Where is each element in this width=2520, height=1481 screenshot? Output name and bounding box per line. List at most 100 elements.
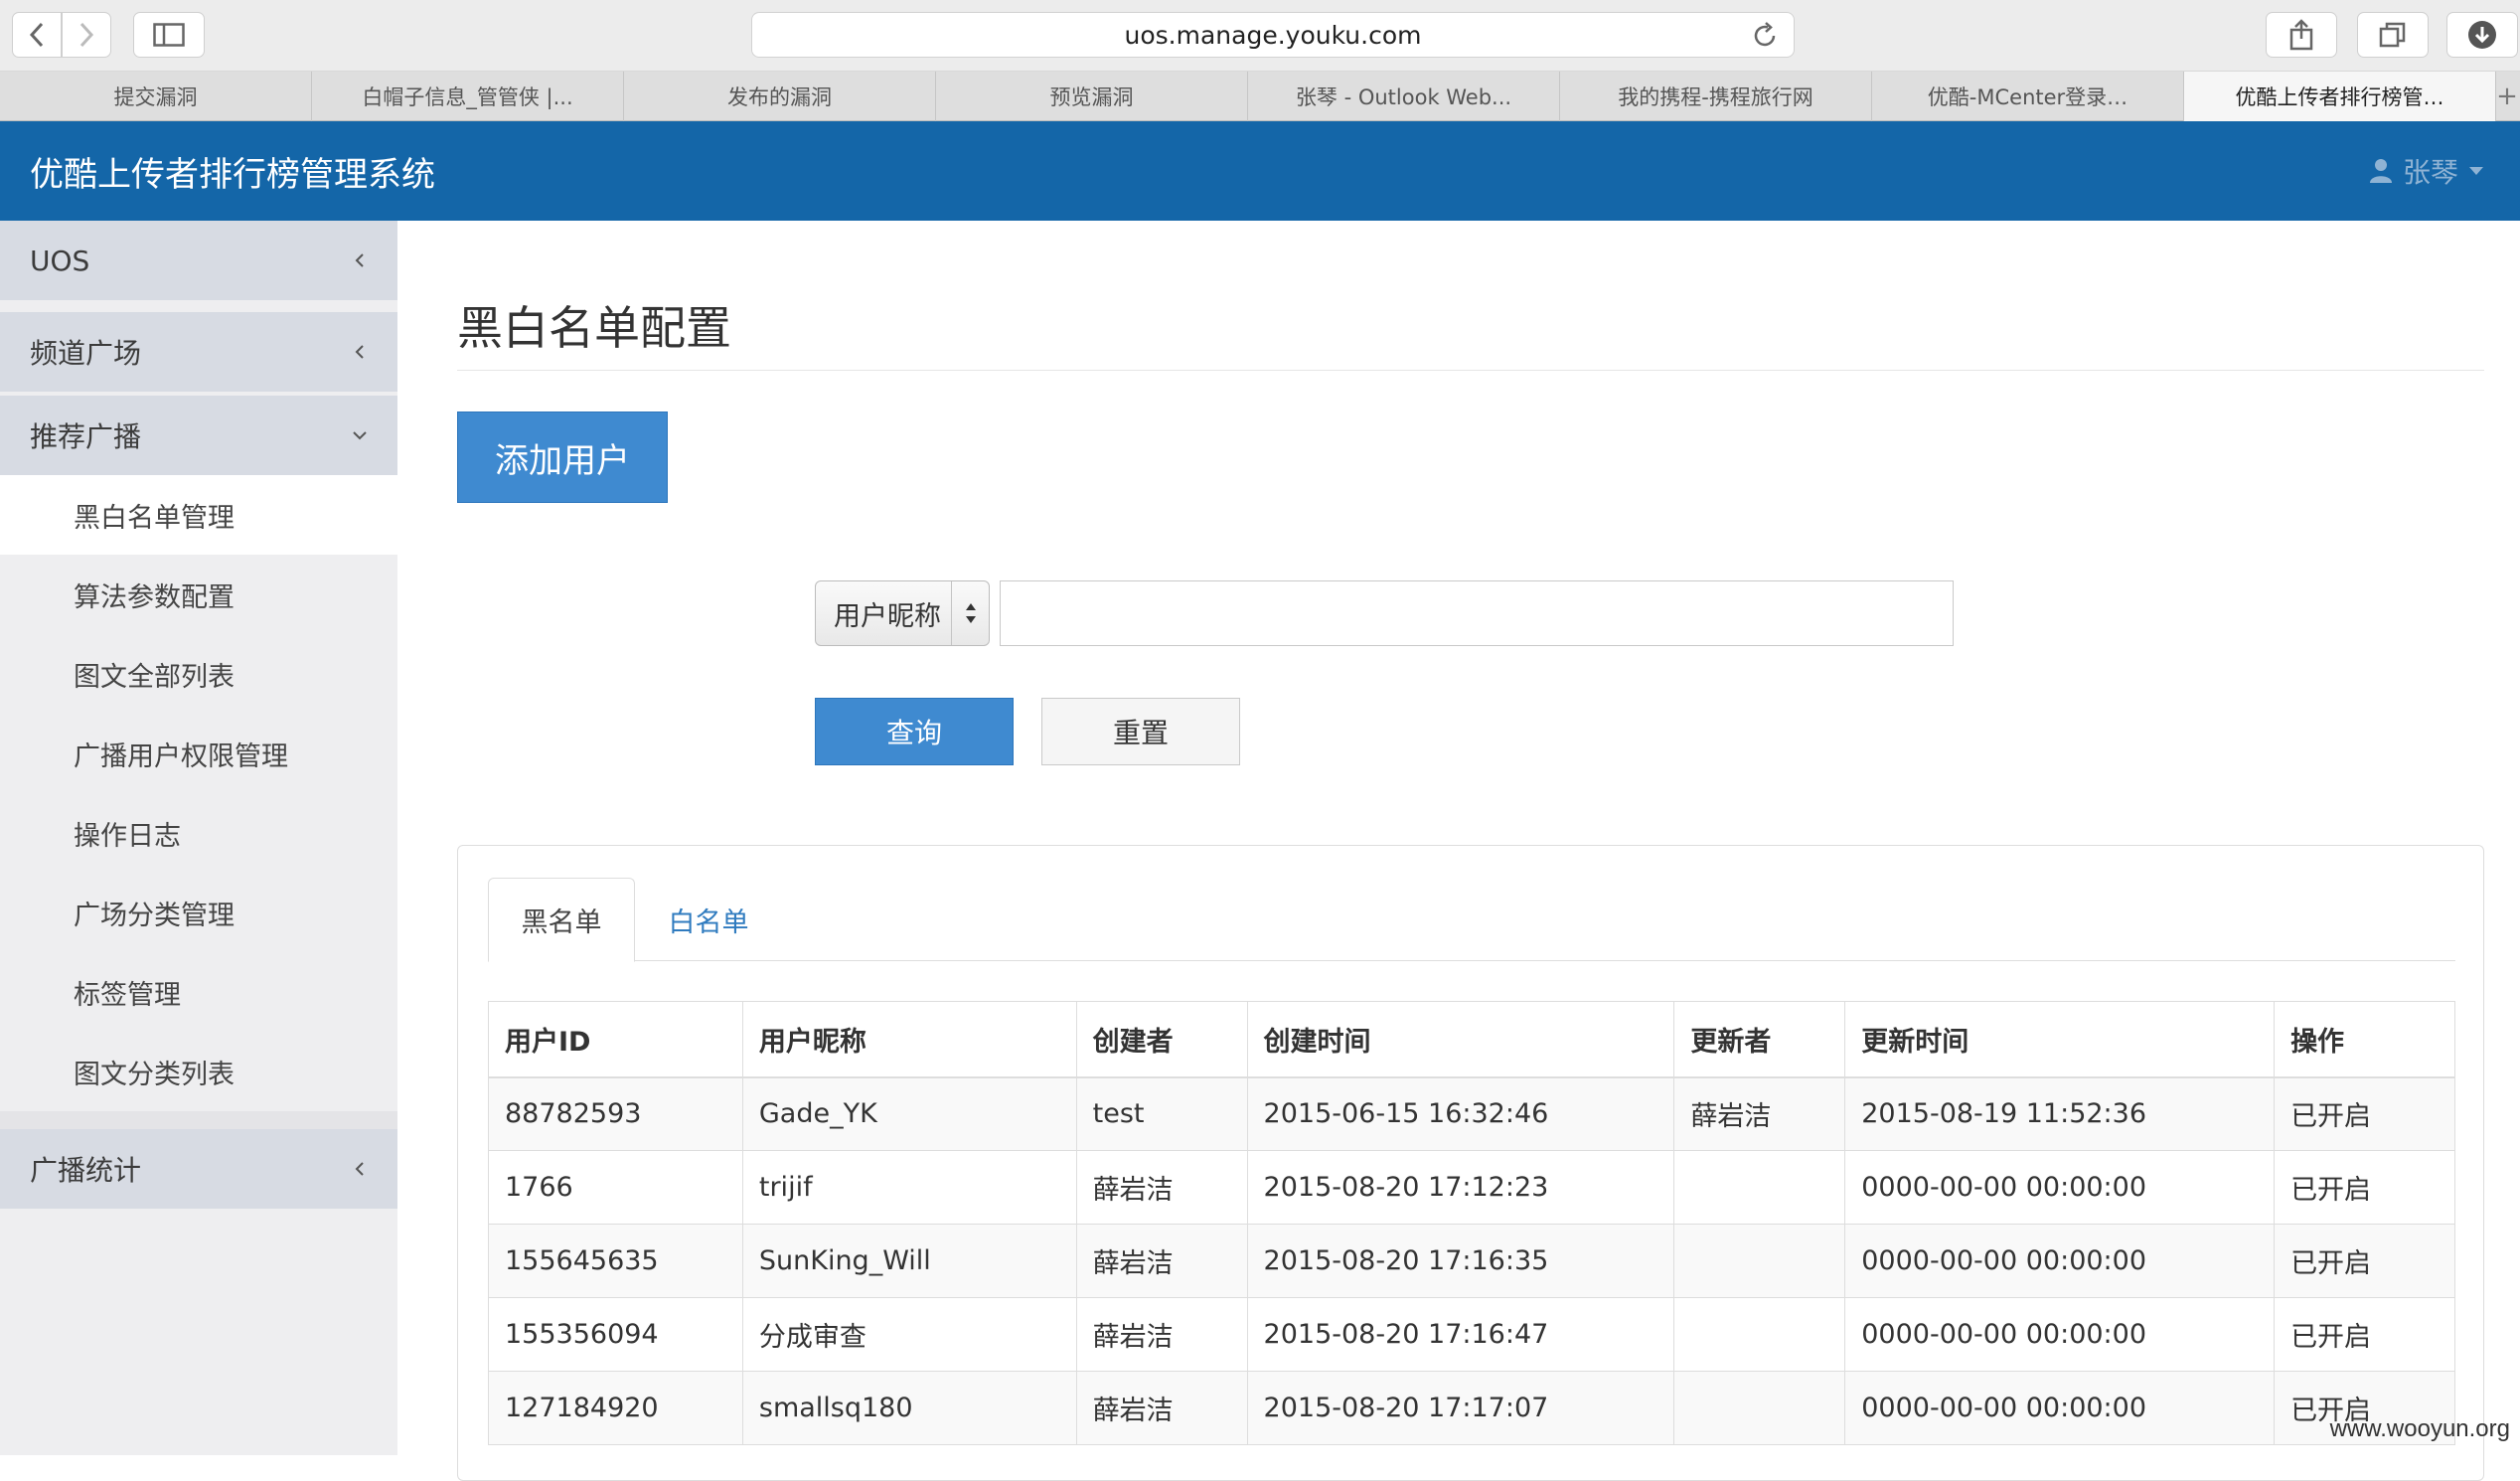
sidebar-group-label: 频道广场 (30, 332, 141, 372)
sidebar-group-broadcast-stats[interactable]: 广播统计 (0, 1129, 397, 1209)
new-tab-button[interactable]: + (2496, 72, 2518, 121)
share-icon (2288, 19, 2314, 51)
sidebar-icon (153, 23, 185, 47)
cell-created-time: 2015-06-15 16:32:46 (1247, 1077, 1674, 1151)
sidebar-item-blackwhite-list[interactable]: 黑白名单管理 (0, 475, 397, 555)
browser-tab-strip: 提交漏洞 白帽子信息_管管侠 |... 发布的漏洞 预览漏洞 张琴 - Outl… (0, 72, 2520, 121)
browser-tab[interactable]: 提交漏洞 (0, 72, 312, 121)
browser-tab[interactable]: 我的携程-携程旅行网 (1560, 72, 1872, 121)
sidebar-item-user-permissions[interactable]: 广播用户权限管理 (0, 714, 397, 793)
browser-tab[interactable]: 白帽子信息_管管侠 |... (312, 72, 624, 121)
user-table: 用户ID 用户昵称 创建者 创建时间 更新者 更新时间 操作 88782593 … (488, 1001, 2455, 1445)
add-user-button[interactable]: 添加用户 (457, 411, 668, 503)
sidebar-divider (0, 1111, 397, 1129)
column-header[interactable]: 创建者 (1076, 1002, 1247, 1077)
table-row: 127184920 smallsq180 薛岩洁 2015-08-20 17:1… (489, 1372, 2455, 1445)
column-header[interactable]: 操作 (2275, 1002, 2455, 1077)
reset-button[interactable]: 重置 (1041, 698, 1240, 765)
query-button[interactable]: 查询 (815, 698, 1014, 765)
user-menu[interactable]: 张琴 (2369, 151, 2484, 191)
cell-user-id: 1766 (489, 1151, 743, 1225)
cell-creator: 薛岩洁 (1076, 1151, 1247, 1225)
browser-toolbar: uos.manage.youku.com (0, 0, 2520, 72)
table-row: 155645635 SunKing_Will 薛岩洁 2015-08-20 17… (489, 1225, 2455, 1298)
cell-updated-time: 0000-00-00 00:00:00 (1845, 1372, 2275, 1445)
search-field-selected: 用户昵称 (834, 594, 941, 633)
column-header[interactable]: 更新时间 (1845, 1002, 2275, 1077)
tabs-icon (2379, 21, 2407, 49)
sidebar-group-label: 广播统计 (30, 1149, 141, 1189)
chevron-down-icon (352, 427, 368, 443)
downloads-button[interactable] (2446, 12, 2518, 58)
cell-status-action[interactable]: 已开启 (2275, 1298, 2455, 1372)
cell-status-action[interactable]: 已开启 (2275, 1077, 2455, 1151)
sidebar-divider (0, 300, 397, 312)
cell-updater (1674, 1151, 1845, 1225)
url-bar[interactable]: uos.manage.youku.com (751, 12, 1795, 58)
tabs-overview-button[interactable] (2357, 12, 2429, 58)
browser-tab[interactable]: 预览漏洞 (936, 72, 1248, 121)
sidebar-toggle-button[interactable] (133, 12, 205, 58)
back-button[interactable] (12, 12, 62, 58)
column-header[interactable]: 用户昵称 (742, 1002, 1076, 1077)
sidebar-group-label: 推荐广播 (30, 415, 141, 455)
url-text: uos.manage.youku.com (1125, 21, 1422, 50)
app-brand[interactable]: 优酷上传者排行榜管理系统 (30, 147, 435, 196)
chevron-right-icon (78, 22, 95, 48)
title-divider (457, 370, 2484, 371)
sidebar-item-post-categories[interactable]: 图文分类列表 (0, 1032, 397, 1111)
cell-nickname-link[interactable]: trijif (742, 1151, 1076, 1225)
sidebar-item-tags[interactable]: 标签管理 (0, 952, 397, 1032)
main-content: 黑白名单配置 添加用户 用户昵称 查询 重置 黑名单 白名单 用户ID 用户昵称… (397, 221, 2520, 1455)
tab-whitelist[interactable]: 白名单 (635, 878, 782, 961)
cell-updater (1674, 1372, 1845, 1445)
cell-user-id: 155645635 (489, 1225, 743, 1298)
cell-updated-time: 0000-00-00 00:00:00 (1845, 1151, 2275, 1225)
browser-tab-active[interactable]: 优酷上传者排行榜管… (2184, 72, 2496, 121)
cell-nickname-link[interactable]: SunKing_Will (742, 1225, 1076, 1298)
user-name: 张琴 (2403, 151, 2458, 191)
cell-user-id: 127184920 (489, 1372, 743, 1445)
app-header: 优酷上传者排行榜管理系统 张琴 (0, 121, 2520, 221)
cell-updated-time: 2015-08-19 11:52:36 (1845, 1077, 2275, 1151)
chevron-left-icon (352, 344, 368, 360)
cell-nickname-link[interactable]: smallsq180 (742, 1372, 1076, 1445)
sidebar-group-recommend-broadcast[interactable]: 推荐广播 (0, 396, 397, 475)
chevron-left-icon (28, 22, 46, 48)
cell-updated-time: 0000-00-00 00:00:00 (1845, 1225, 2275, 1298)
cell-status-action[interactable]: 已开启 (2275, 1225, 2455, 1298)
share-button[interactable] (2266, 12, 2337, 58)
download-icon (2467, 20, 2497, 50)
sidebar-item-algorithm-params[interactable]: 算法参数配置 (0, 555, 397, 634)
sidebar-group-label: UOS (30, 245, 89, 277)
cell-created-time: 2015-08-20 17:16:35 (1247, 1225, 1674, 1298)
sidebar-group-channel-square[interactable]: 频道广场 (0, 312, 397, 392)
column-header[interactable]: 用户ID (489, 1002, 743, 1077)
tab-blacklist[interactable]: 黑名单 (488, 878, 635, 962)
column-header[interactable]: 创建时间 (1247, 1002, 1674, 1077)
browser-tab[interactable]: 张琴 - Outlook Web... (1248, 72, 1560, 121)
cell-status-action[interactable]: 已开启 (2275, 1151, 2455, 1225)
sidebar-group-uos[interactable]: UOS (0, 221, 397, 300)
sidebar-item-all-posts[interactable]: 图文全部列表 (0, 634, 397, 714)
forward-button[interactable] (62, 12, 111, 58)
cell-nickname-link[interactable]: 分成审查 (742, 1298, 1076, 1372)
table-row: 1766 trijif 薛岩洁 2015-08-20 17:12:23 0000… (489, 1151, 2455, 1225)
cell-updated-time: 0000-00-00 00:00:00 (1845, 1298, 2275, 1372)
sidebar-item-operation-log[interactable]: 操作日志 (0, 793, 397, 873)
browser-tab[interactable]: 优酷-MCenter登录… (1872, 72, 2184, 121)
browser-tab[interactable]: 发布的漏洞 (624, 72, 936, 121)
chevron-left-icon (352, 1161, 368, 1177)
cell-nickname-link[interactable]: Gade_YK (742, 1077, 1076, 1151)
table-row: 88782593 Gade_YK test 2015-06-15 16:32:4… (489, 1077, 2455, 1151)
reload-icon[interactable] (1750, 21, 1780, 51)
cell-created-time: 2015-08-20 17:17:07 (1247, 1372, 1674, 1445)
search-field-select[interactable]: 用户昵称 (815, 580, 990, 646)
caret-down-icon (2468, 166, 2484, 176)
watermark: www.wooyun.org (2330, 1415, 2510, 1443)
search-input[interactable] (1000, 580, 1954, 646)
column-header[interactable]: 更新者 (1674, 1002, 1845, 1077)
select-arrows-icon (951, 581, 989, 645)
sidebar-item-square-categories[interactable]: 广场分类管理 (0, 873, 397, 952)
table-header-row: 用户ID 用户昵称 创建者 创建时间 更新者 更新时间 操作 (489, 1002, 2455, 1077)
